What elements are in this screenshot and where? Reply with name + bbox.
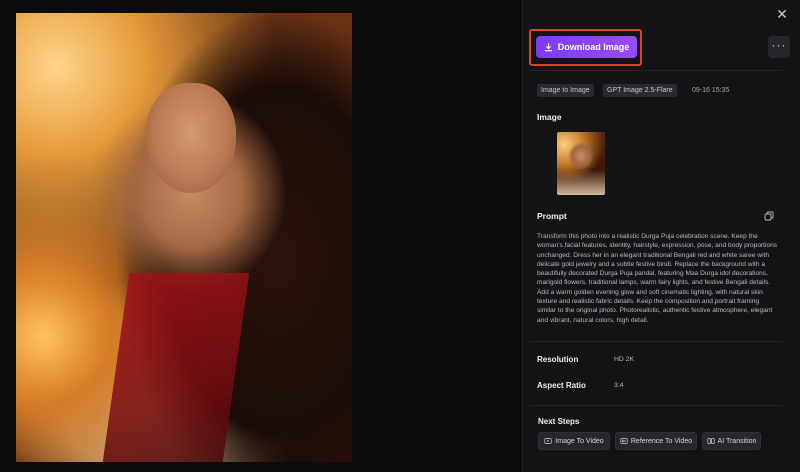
image-to-video-button[interactable]: Image To Video xyxy=(538,432,610,450)
portrait-saree xyxy=(102,273,250,462)
image-section-title: Image xyxy=(537,112,562,122)
download-image-button[interactable]: Download Image xyxy=(536,36,637,58)
divider xyxy=(530,70,782,71)
tag-image-to-image: Image to Image xyxy=(537,84,594,97)
reference-video-icon xyxy=(620,438,628,444)
ai-transition-label: AI Transition xyxy=(717,437,757,445)
prompt-section-title: Prompt xyxy=(537,211,567,221)
portrait-face xyxy=(146,83,236,193)
transition-icon xyxy=(706,438,715,444)
image-viewer xyxy=(0,0,522,472)
download-icon xyxy=(544,42,552,51)
aspect-ratio-value: 3:4 xyxy=(614,382,624,389)
download-button-label: Download Image xyxy=(557,42,630,52)
timestamp: 09-16 15:35 xyxy=(692,87,730,94)
divider xyxy=(530,405,782,406)
reference-to-video-button[interactable]: Reference To Video xyxy=(615,432,697,450)
aspect-ratio-label: Aspect Ratio xyxy=(537,381,586,390)
reference-to-video-label: Reference To Video xyxy=(630,437,693,445)
resolution-value: HD 2K xyxy=(614,356,635,363)
close-icon[interactable]: ✕ xyxy=(774,6,790,22)
generated-image[interactable] xyxy=(16,13,352,462)
divider xyxy=(530,341,782,342)
ai-transition-button[interactable]: AI Transition xyxy=(702,432,761,450)
image-video-icon xyxy=(544,438,552,444)
copy-icon[interactable] xyxy=(764,211,774,221)
next-steps-title: Next Steps xyxy=(538,417,580,426)
image-to-video-label: Image To Video xyxy=(555,437,604,445)
source-image-thumbnail[interactable] xyxy=(557,132,605,195)
more-options-button[interactable]: ··· xyxy=(768,36,790,58)
resolution-label: Resolution xyxy=(537,355,579,364)
prompt-text: Transform this photo into a realistic Du… xyxy=(537,233,778,324)
tag-model: GPT Image 2.5-Flare xyxy=(603,84,677,97)
